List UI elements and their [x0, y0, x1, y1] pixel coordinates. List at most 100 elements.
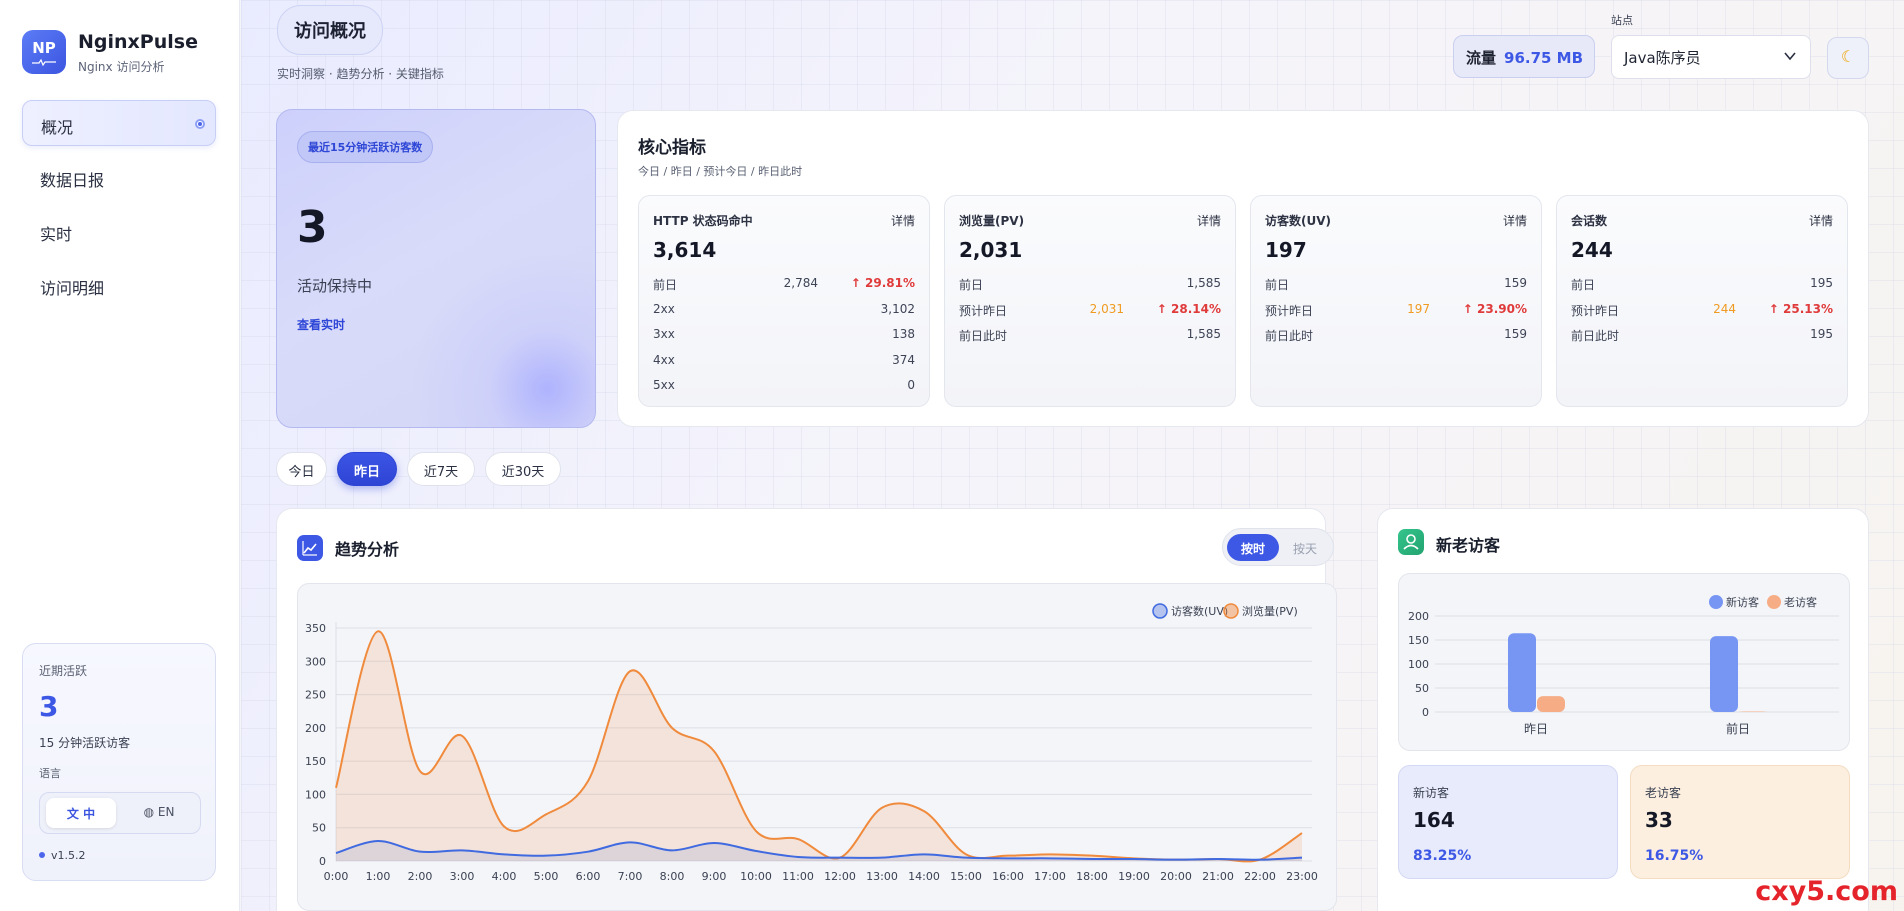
- metric-row-mid: 197: [1407, 301, 1430, 316]
- series-area: [336, 631, 1302, 862]
- recent-activity-card: 近期活跃 3 15 分钟活跃访客 语言 文 中 ◍ EN v1.5.2: [22, 643, 216, 881]
- x-tick-label: 1:00: [366, 870, 391, 883]
- visitors-bar-chart: 0 50 100 150 200 昨日 前日 新访客 老访客: [1408, 595, 1839, 736]
- legend-label: 浏览量(PV): [1242, 604, 1298, 618]
- legend-label: 新访客: [1726, 595, 1759, 609]
- nav-item-daily-report[interactable]: 数据日报: [22, 154, 216, 200]
- recent-activity-value: 3: [39, 690, 59, 723]
- y-tick-label: 0: [1422, 706, 1429, 719]
- new-visitors-label: 新访客: [1413, 786, 1450, 800]
- by-day-button[interactable]: 按天: [1279, 534, 1331, 561]
- metric-row: 前日此时 159: [1265, 327, 1527, 343]
- lang-en-button[interactable]: ◍ EN: [124, 798, 194, 828]
- version-label: v1.5.2: [39, 849, 86, 862]
- x-tick-label: 7:00: [618, 870, 643, 883]
- lang-zh-button[interactable]: 文 中: [46, 798, 116, 828]
- metric-value: 2,031: [959, 238, 1023, 262]
- x-tick-label: 20:00: [1160, 870, 1192, 883]
- metric-row-label: 前日此时: [959, 329, 1008, 343]
- metric-row: 前日此时 195: [1571, 327, 1833, 343]
- globe-icon: ◍: [143, 805, 155, 819]
- metric-row-value: 159: [1504, 327, 1527, 341]
- nav-item-label: 实时: [40, 225, 73, 244]
- old-visitors-percent: 16.75%: [1645, 848, 1704, 864]
- nav-item-overview[interactable]: 概况: [22, 100, 216, 146]
- nav-item-realtime[interactable]: 实时: [22, 208, 216, 254]
- x-tick-label: 5:00: [534, 870, 559, 883]
- x-tick-label: 4:00: [492, 870, 517, 883]
- y-tick-label: 350: [305, 622, 326, 635]
- x-tick-label: 18:00: [1076, 870, 1108, 883]
- metric-row-label: 3xx: [653, 327, 675, 341]
- active-visitors-value: 3: [297, 202, 328, 253]
- theme-toggle-button[interactable]: ☾: [1827, 37, 1869, 79]
- metric-detail-link[interactable]: 详情: [1197, 212, 1221, 229]
- metric-card: 会话数 详情 244 前日 195 预计昨日 244 ↑ 25.13% 前日此时 195: [1556, 195, 1848, 407]
- range-tab-yesterday[interactable]: 昨日: [337, 452, 397, 486]
- trend-analysis-card: 趋势分析 按时 按天 0 50 100 150 200 250 300 350 0:00 1:00…: [276, 508, 1337, 911]
- nav-item-access-details[interactable]: 访问明细: [22, 262, 216, 308]
- by-hour-button[interactable]: 按时: [1227, 534, 1279, 561]
- metric-row-value: 195: [1810, 276, 1833, 290]
- metric-detail-link[interactable]: 详情: [891, 212, 915, 229]
- recent-activity-title: 近期活跃: [39, 664, 88, 678]
- metric-row: 预计昨日 244 ↑ 25.13%: [1571, 302, 1833, 318]
- core-metrics-subtitle: 今日 / 昨日 / 预计今日 / 昨日此时: [638, 165, 803, 178]
- metric-row-value: 374: [892, 352, 915, 367]
- metric-row-label: 前日: [1265, 278, 1290, 292]
- x-tick-label: 0:00: [324, 870, 349, 883]
- range-tab-today[interactable]: 今日: [276, 452, 327, 486]
- y-tick-label: 50: [1415, 682, 1429, 695]
- pulse-icon: [32, 58, 56, 66]
- metric-value: 244: [1571, 238, 1613, 262]
- chevron-down-icon: [1784, 52, 1796, 61]
- x-tick-label: 21:00: [1202, 870, 1234, 883]
- traffic-label: 流量: [1466, 49, 1497, 67]
- range-tab-7days[interactable]: 近7天: [407, 452, 475, 486]
- nav-item-label: 数据日报: [40, 171, 105, 190]
- range-tab-30days[interactable]: 近30天: [485, 452, 561, 486]
- visitors-bar-chart-container: 0 50 100 150 200 昨日 前日 新访客 老访客: [1398, 573, 1850, 751]
- x-tick-label: 8:00: [660, 870, 685, 883]
- lang-en-label: EN: [157, 805, 175, 819]
- granularity-toggle: 按时 按天: [1222, 528, 1334, 566]
- x-tick-label: 10:00: [740, 870, 772, 883]
- metric-title: 访客数(UV): [1265, 214, 1332, 228]
- view-realtime-link[interactable]: 查看实时: [297, 316, 345, 333]
- language-switch: 文 中 ◍ EN: [39, 792, 201, 834]
- metric-row-value: 1,585: [1186, 276, 1221, 290]
- metric-row-mid: 2,031: [1089, 301, 1124, 316]
- metric-row-label: 预计昨日: [1265, 303, 1314, 318]
- trend-chart-icon: [297, 535, 323, 561]
- user-icon: [1398, 529, 1424, 555]
- y-tick-label: 200: [305, 722, 326, 735]
- active-visitors-badge: 最近15分钟活跃访客数: [297, 131, 434, 163]
- main-content: 访问概况 实时洞察 · 趋势分析 · 关键指标 流量 96.75 MB 站点 Ja…: [241, 0, 1904, 911]
- y-tick-label: 150: [305, 755, 326, 768]
- x-tick-label: 11:00: [782, 870, 814, 883]
- logo-text: NP: [32, 39, 56, 57]
- metric-row-value: ↑ 25.13%: [1768, 301, 1833, 316]
- metric-row: 前日 159: [1265, 276, 1527, 292]
- metric-detail-link[interactable]: 详情: [1503, 212, 1527, 229]
- x-tick-label: 15:00: [950, 870, 982, 883]
- y-tick-label: 0: [319, 855, 326, 868]
- site-label: 站点: [1611, 14, 1633, 27]
- metric-row: 预计昨日 197 ↑ 23.90%: [1265, 302, 1527, 318]
- metric-row-mid: 2,784: [783, 276, 818, 290]
- metric-row-value: 195: [1810, 327, 1833, 341]
- metric-detail-link[interactable]: 详情: [1809, 212, 1833, 229]
- metric-row-label: 2xx: [653, 301, 675, 316]
- legend-swatch: [1223, 603, 1239, 619]
- site-select[interactable]: Java陈序员: [1611, 35, 1811, 79]
- recent-activity-desc: 15 分钟活跃访客: [39, 736, 131, 750]
- x-tick-label: 12:00: [824, 870, 856, 883]
- metric-row-label: 前日此时: [1265, 329, 1314, 343]
- x-tick-label: 19:00: [1118, 870, 1150, 883]
- legend-label: 老访客: [1784, 595, 1817, 609]
- x-tick-label: 昨日: [1524, 722, 1548, 736]
- language-label: 语言: [39, 767, 61, 780]
- metric-row-value: 1,585: [1186, 327, 1221, 341]
- x-tick-label: 3:00: [450, 870, 475, 883]
- metric-row-label: 4xx: [653, 352, 675, 367]
